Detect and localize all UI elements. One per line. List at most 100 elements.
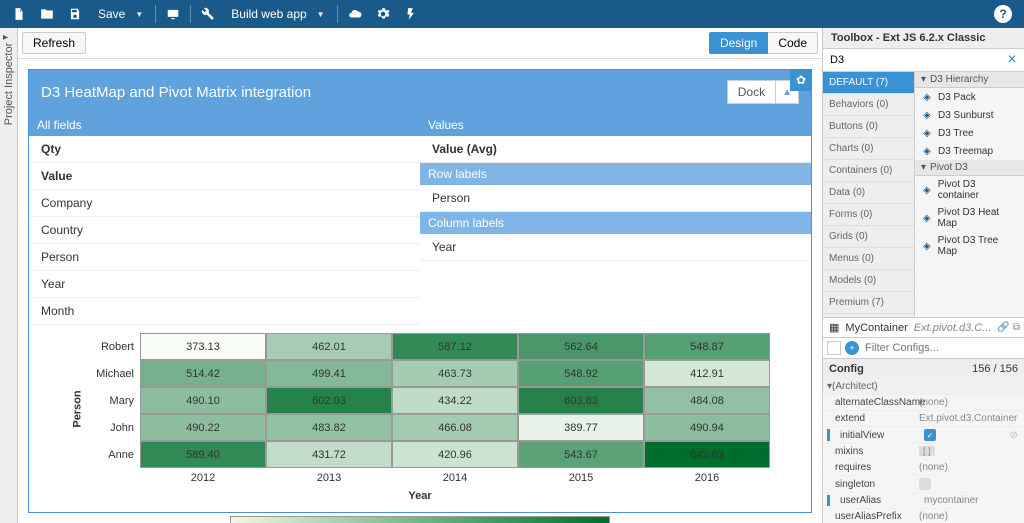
code-tab[interactable]: Code — [768, 32, 818, 54]
flash-button[interactable] — [398, 3, 424, 25]
config-filter-input[interactable] — [863, 340, 1020, 356]
save-icon-button[interactable] — [62, 3, 88, 25]
save-button[interactable]: Save — [90, 3, 151, 25]
toolbox-category[interactable]: DEFAULT (7) — [823, 72, 914, 94]
heatmap-chart: Person Robert373.13462.01587.12562.64548… — [29, 325, 811, 523]
copy-icon[interactable]: ⧉ — [1013, 322, 1020, 333]
heatmap-cell: 483.82 — [266, 414, 392, 441]
toolbox-categories: DEFAULT (7)Behaviors (0)Buttons (0)Chart… — [823, 72, 915, 317]
build-tool-button[interactable] — [195, 3, 221, 25]
field-item[interactable]: Qty — [29, 136, 420, 163]
component-outline[interactable]: ▦ MyContainer Ext.pivot.d3.C... 🔗 ⧉ ⊞ ⊟ — [823, 317, 1024, 337]
clear-search-button[interactable]: ✕ — [1003, 52, 1021, 68]
checkbox-icon[interactable]: ✓ — [924, 429, 936, 441]
toolbox-search-input[interactable] — [826, 52, 1003, 68]
help-button[interactable]: ? — [988, 1, 1018, 27]
heatmap-cell: 373.13 — [140, 333, 266, 360]
column-labels-header: Column labels — [420, 212, 811, 234]
field-item[interactable]: Country — [29, 217, 420, 244]
filter-mode-button[interactable]: + — [845, 341, 859, 355]
open-folder-button[interactable] — [34, 3, 60, 25]
design-tab[interactable]: Design — [709, 32, 768, 54]
field-item[interactable]: Month — [29, 298, 420, 325]
toolbox-category[interactable]: Grids (0) — [823, 226, 914, 248]
checkbox-icon[interactable]: ✓ — [919, 478, 931, 490]
config-group-row[interactable]: ▾ (Architect) — [823, 379, 1024, 395]
grid-icon: ▦ — [829, 321, 839, 334]
project-inspector-label: Project Inspector — [3, 43, 15, 126]
toolbox-item[interactable]: ◈D3 Tree — [915, 124, 1024, 142]
new-file-button[interactable] — [6, 3, 32, 25]
toolbox-item[interactable]: ◈D3 Pack — [915, 88, 1024, 106]
pivot-config-area: All fields QtyValueCompanyCountryPersonY… — [29, 114, 811, 325]
field-item[interactable]: Company — [29, 190, 420, 217]
heatmap-row-label: Michael — [92, 368, 140, 380]
component-icon: ◈ — [921, 109, 933, 121]
build-web-app-button[interactable]: Build web app — [223, 3, 332, 25]
toolbox-search: ✕ — [823, 49, 1024, 72]
config-row[interactable]: userAliasPrefix(none) — [823, 509, 1024, 523]
panel-gear-button[interactable]: ✿ — [790, 69, 812, 91]
heatmap-cell: 548.92 — [518, 360, 644, 387]
cloud-button[interactable] — [342, 3, 368, 25]
toolbox-category[interactable]: Premium (7) — [823, 292, 914, 314]
link-icon[interactable]: 🔗 — [997, 322, 1009, 333]
heatmap-cell: 548.87 — [644, 333, 770, 360]
toolbox-item[interactable]: ◈D3 Treemap — [915, 142, 1024, 160]
toolbox-item[interactable]: ◈Pivot D3 Heat Map — [915, 204, 1024, 232]
toolbox-category[interactable]: Menus (0) — [823, 248, 914, 270]
toolbox-category[interactable]: Forms (0) — [823, 204, 914, 226]
heatmap-cell: 589.40 — [140, 441, 266, 468]
config-row[interactable]: userAliasmycontainer — [823, 493, 1024, 509]
config-row[interactable]: requires(none) — [823, 460, 1024, 476]
toolbox-category[interactable]: Models (0) — [823, 270, 914, 292]
toolbox-item[interactable]: ◈Pivot D3 container — [915, 176, 1024, 204]
config-row[interactable]: initialView✓⊘ — [823, 427, 1024, 444]
heatmap-x-tick: 2012 — [140, 468, 266, 484]
pivot-panel: ✿ D3 HeatMap and Pivot Matrix integratio… — [28, 69, 812, 513]
field-item[interactable]: Person — [29, 244, 420, 271]
heatmap-cell: 490.10 — [140, 387, 266, 414]
config-table: ▾ (Architect) alternateClassName(none)ex… — [823, 379, 1024, 523]
field-item[interactable]: Value (Avg) — [420, 136, 811, 163]
field-item[interactable]: Year — [420, 234, 811, 261]
heatmap-cell: 514.42 — [140, 360, 266, 387]
toolbox-item[interactable]: ◈D3 Sunburst — [915, 106, 1024, 124]
heatmap-cell: 412.91 — [644, 360, 770, 387]
toolbox-category[interactable]: Behaviors (0) — [823, 94, 914, 116]
checkbox-icon[interactable] — [827, 341, 841, 355]
config-row[interactable]: mixins[ ] — [823, 444, 1024, 460]
field-item[interactable]: Year — [29, 271, 420, 298]
remove-icon[interactable]: ⊘ — [1008, 430, 1020, 441]
component-icon: ◈ — [921, 91, 933, 103]
group-header-pivot-d3[interactable]: ▾Pivot D3 — [915, 160, 1024, 176]
field-item[interactable]: Person — [420, 185, 811, 212]
config-header: Config 156 / 156 — [823, 358, 1024, 379]
heatmap-row-label: Anne — [92, 449, 140, 461]
toolbar-divider — [155, 5, 156, 23]
toolbox-category[interactable]: Charts (0) — [823, 138, 914, 160]
refresh-button[interactable]: Refresh — [22, 32, 86, 54]
legend-gradient — [230, 516, 610, 523]
toolbox-category[interactable]: Buttons (0) — [823, 116, 914, 138]
group-header-d3-hierarchy[interactable]: ▾D3 Hierarchy — [915, 72, 1024, 88]
config-row[interactable]: extendExt.pivot.d3.Container — [823, 411, 1024, 427]
toolbox-category[interactable]: Data (0) — [823, 182, 914, 204]
project-inspector-tab[interactable]: ▸ Project Inspector — [0, 28, 18, 523]
toolbox-item[interactable]: ◈Pivot D3 Tree Map — [915, 232, 1024, 260]
field-item[interactable]: Value — [29, 163, 420, 190]
heatmap-cell: 499.41 — [266, 360, 392, 387]
panel-title: D3 HeatMap and Pivot Matrix integration — [41, 84, 311, 101]
y-axis-label: Person — [71, 390, 83, 427]
settings-button[interactable] — [370, 3, 396, 25]
config-row[interactable]: singleton✓ — [823, 476, 1024, 493]
toolbox-category[interactable]: Containers (0) — [823, 160, 914, 182]
config-row[interactable]: alternateClassName(none) — [823, 395, 1024, 411]
toolbox-title: Toolbox - Ext JS 6.2.x Classic — [823, 28, 1024, 49]
heatmap-cell: 462.01 — [266, 333, 392, 360]
dock-button[interactable]: Dock — [727, 80, 776, 104]
toolbox-panel: Toolbox - Ext JS 6.2.x Classic ✕ DEFAULT… — [822, 28, 1024, 523]
heatmap-x-tick: 2015 — [518, 468, 644, 484]
preview-button[interactable] — [160, 3, 186, 25]
heatmap-cell: 603.83 — [518, 387, 644, 414]
